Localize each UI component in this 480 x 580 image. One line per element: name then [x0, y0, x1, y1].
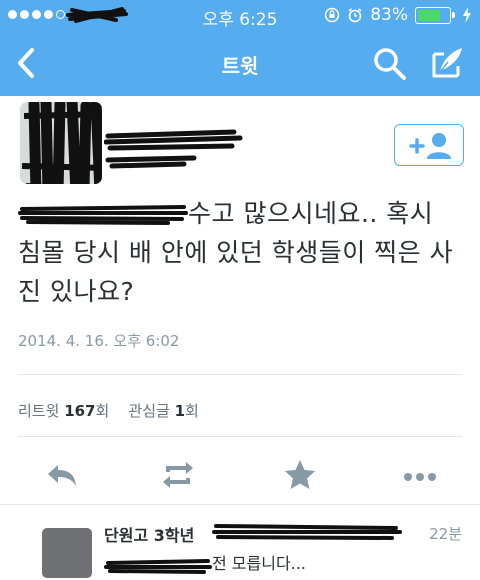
favorite-count: 1 [174, 402, 186, 420]
retweet-stat[interactable]: 리트윗 167회 [18, 402, 109, 420]
author-name-redaction [104, 129, 243, 169]
status-bar: 오후 6:25 83% [0, 0, 480, 30]
divider [18, 374, 462, 375]
favorite-star-icon[interactable] [280, 458, 320, 492]
reply-author-name[interactable]: 단원고 3학년 [104, 522, 194, 546]
reply-icon[interactable] [42, 458, 82, 492]
retweet-label: 리트윗 [18, 402, 60, 420]
battery-percent: 83% [370, 5, 408, 25]
add-user-icon [409, 133, 451, 159]
status-right: 83% [324, 5, 472, 25]
battery-cap [452, 12, 455, 18]
alarm-icon [348, 8, 362, 23]
reply-time: 22분 [429, 525, 462, 543]
retweet-icon[interactable] [158, 458, 198, 492]
tweet-author-avatar[interactable] [20, 102, 102, 184]
favorite-label: 관심글 [128, 402, 170, 420]
reply-item[interactable]: 단원고 3학년 22분 전 모릅니다... [0, 508, 480, 580]
search-icon[interactable] [372, 46, 408, 82]
favorite-unit: 회 [185, 402, 199, 420]
divider [18, 436, 462, 437]
more-dots-icon[interactable] [400, 458, 440, 492]
reply-avatar[interactable] [42, 528, 92, 578]
favorite-stat[interactable]: 관심글 1회 [128, 402, 198, 420]
charging-icon [463, 7, 471, 23]
tweet-text: 수고 많으시네요.. 혹시 침몰 당시 배 안에 있던 학생들이 찍은 사진 있… [18, 194, 462, 311]
redaction-scribble [212, 524, 402, 540]
retweet-count: 167 [64, 402, 96, 420]
follow-button[interactable] [394, 124, 464, 166]
mention-redaction [18, 205, 188, 225]
rotation-lock-icon [324, 7, 340, 23]
top-bar: 오후 6:25 83% 트윗 [0, 0, 480, 96]
redaction-scribble [21, 102, 102, 184]
tweet-actions [0, 452, 480, 498]
redaction-scribble [104, 558, 212, 574]
compose-icon[interactable] [428, 44, 466, 82]
divider [0, 504, 480, 505]
tweet-timestamp: 2014. 4. 16. 오후 6:02 [18, 332, 180, 350]
tweet-stats: 리트윗 167회 관심글 1회 [18, 400, 199, 421]
retweet-unit: 회 [95, 402, 110, 420]
battery-icon [415, 6, 451, 24]
battery-fill [418, 9, 441, 21]
reply-text: 전 모릅니다... [104, 550, 306, 575]
page-title: 트윗 [221, 54, 259, 78]
reply-body: 전 모릅니다... [212, 554, 306, 573]
